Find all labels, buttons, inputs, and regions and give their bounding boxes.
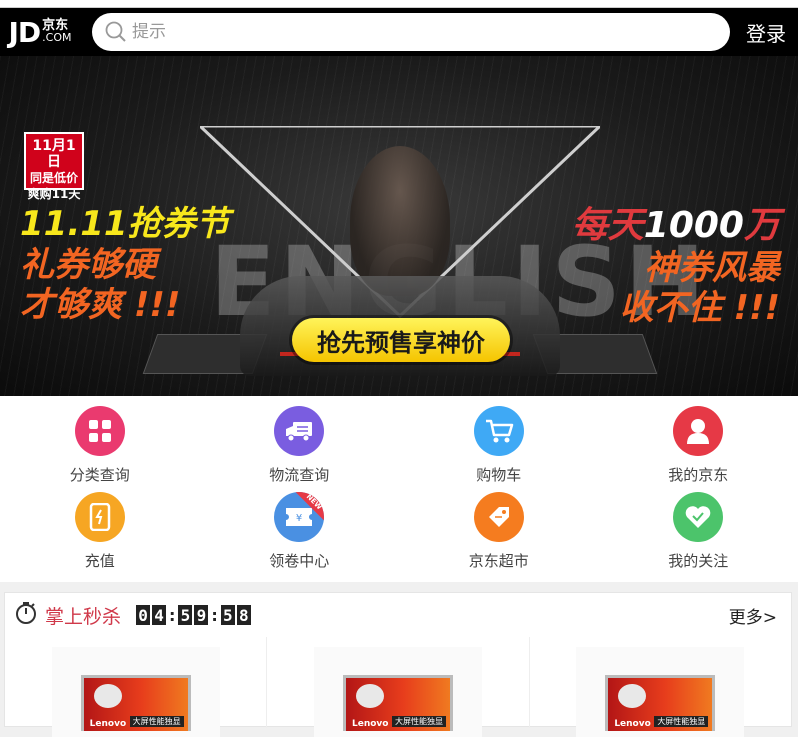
nav-item-supermarket[interactable]: 京东超市: [399, 492, 599, 578]
product-item[interactable]: Lenovo 大屏性能独显: [530, 637, 791, 728]
flash-sale-header: 掌上秒杀 0 4 : 5 9 : 5 8 更多>: [5, 593, 791, 637]
search-box[interactable]: [92, 13, 730, 51]
mascot-graphic: [94, 684, 122, 708]
nav-item-label: 物流查询: [269, 464, 329, 485]
product-brand: Lenovo: [614, 719, 650, 729]
banner-athlete-image: [350, 146, 450, 296]
nav-item-cart[interactable]: 购物车: [399, 406, 599, 492]
laptop-thumbnail: Lenovo 大屏性能独显: [343, 675, 453, 731]
laptop-thumbnail: Lenovo 大屏性能独显: [605, 675, 715, 731]
phone-recharge-icon: [75, 492, 125, 542]
logo-sub: 京东 .COM: [42, 20, 71, 44]
nav-item-label: 领卷中心: [269, 550, 329, 571]
product-image: Lenovo 大屏性能独显: [314, 647, 482, 737]
badge-line-1: 11月1日: [26, 138, 82, 170]
banner-right-pre: 每天: [572, 205, 644, 246]
product-item[interactable]: Lenovo 大屏性能独显: [267, 637, 529, 728]
top-strip: [0, 0, 798, 8]
nav-item-logistics[interactable]: 物流查询: [200, 406, 400, 492]
banner-right-num: 1000: [644, 205, 744, 246]
product-tag: 大屏性能独显: [392, 716, 446, 727]
flash-sale-products: Lenovo 大屏性能独显 Lenovo 大屏性能独显 Lenovo 大屏性能独…: [5, 637, 791, 728]
nav-item-my-jd[interactable]: 我的京东: [599, 406, 798, 492]
cart-icon: [474, 406, 524, 456]
svg-text:¥: ¥: [296, 513, 302, 524]
header-bar: JD 京东 .COM 登录: [0, 8, 798, 56]
product-item[interactable]: Lenovo 大屏性能独显: [5, 637, 267, 728]
product-image: Lenovo 大屏性能独显: [576, 647, 744, 737]
timer-digit: 8: [237, 605, 251, 625]
product-tag: 大屏性能独显: [654, 716, 708, 727]
nav-item-category[interactable]: 分类查询: [0, 406, 200, 492]
product-brand: Lenovo: [90, 719, 126, 729]
search-input[interactable]: [132, 22, 692, 42]
nav-grid: 分类查询 物流查询 购物车 我的京东 充值 ¥ NEW 领卷中心: [0, 396, 798, 582]
timer-digit: 4: [152, 605, 166, 625]
mascot-graphic: [356, 684, 384, 708]
banner-right-post: 万: [744, 205, 780, 246]
banner-right-line-1: 每天1000万: [572, 196, 780, 248]
banner-right-line-3: 收不住 !!!: [572, 288, 780, 328]
nav-item-label: 分类查询: [70, 464, 130, 485]
nav-item-label: 充值: [85, 550, 115, 571]
laptop-thumbnail: Lenovo 大屏性能独显: [81, 675, 191, 731]
nav-item-label: 购物车: [476, 464, 521, 485]
banner-cta-button[interactable]: 抢先预售享神价: [292, 318, 510, 362]
nav-item-label: 我的京东: [668, 464, 728, 485]
stopwatch-icon: [15, 601, 37, 629]
logo-main: JD: [9, 16, 41, 49]
tag-icon: [474, 492, 524, 542]
promo-banner[interactable]: ENGLISH 11月1日 同是低价 爽购11天 11.11抢券节 礼券够硬 才…: [0, 56, 798, 396]
truck-icon: [274, 406, 324, 456]
more-link[interactable]: 更多>: [729, 603, 777, 628]
mascot-graphic: [618, 684, 646, 708]
heart-icon: [673, 492, 723, 542]
banner-left-copy: 11.11抢券节 礼券够硬 才够爽 !!!: [20, 196, 230, 325]
timer-digit: 0: [136, 605, 150, 625]
search-icon: [104, 20, 128, 44]
badge-line-2: 同是低价: [26, 170, 82, 186]
login-button[interactable]: 登录: [746, 18, 786, 47]
timer-digit: 9: [194, 605, 208, 625]
user-icon: [673, 406, 723, 456]
banner-right-copy: 每天1000万 神券风暴 收不住 !!!: [572, 196, 780, 328]
nav-item-label: 我的关注: [668, 550, 728, 571]
nav-item-following[interactable]: 我的关注: [599, 492, 798, 578]
timer-colon: :: [211, 606, 217, 625]
timer-digit: 5: [221, 605, 235, 625]
category-icon: [75, 406, 125, 456]
jd-logo[interactable]: JD 京东 .COM: [0, 8, 80, 56]
product-brand: Lenovo: [352, 719, 388, 729]
timer-digit: 5: [178, 605, 192, 625]
product-tag: 大屏性能独显: [130, 716, 184, 727]
banner-left-line-3: 才够爽 !!!: [20, 285, 230, 325]
banner-right-line-2: 神券风暴: [572, 248, 780, 288]
product-image: Lenovo 大屏性能独显: [52, 647, 220, 737]
banner-left-line-1: 11.11抢券节: [20, 196, 230, 245]
nav-item-recharge[interactable]: 充值: [0, 492, 200, 578]
banner-1111-badge: 11月1日 同是低价 爽购11天: [24, 132, 84, 190]
banner-left-line-2: 礼券够硬: [20, 245, 230, 285]
logo-com: .COM: [42, 32, 71, 44]
timer-colon: :: [169, 606, 175, 625]
nav-item-label: 京东超市: [469, 550, 529, 571]
countdown-timer: 0 4 : 5 9 : 5 8: [135, 605, 252, 625]
flash-sale-section: 掌上秒杀 0 4 : 5 9 : 5 8 更多> Lenovo 大屏性能独显: [4, 592, 792, 727]
flash-sale-title: 掌上秒杀: [45, 602, 121, 629]
coupon-icon: ¥ NEW: [274, 492, 324, 542]
nav-item-coupon-center[interactable]: ¥ NEW 领卷中心: [200, 492, 400, 578]
